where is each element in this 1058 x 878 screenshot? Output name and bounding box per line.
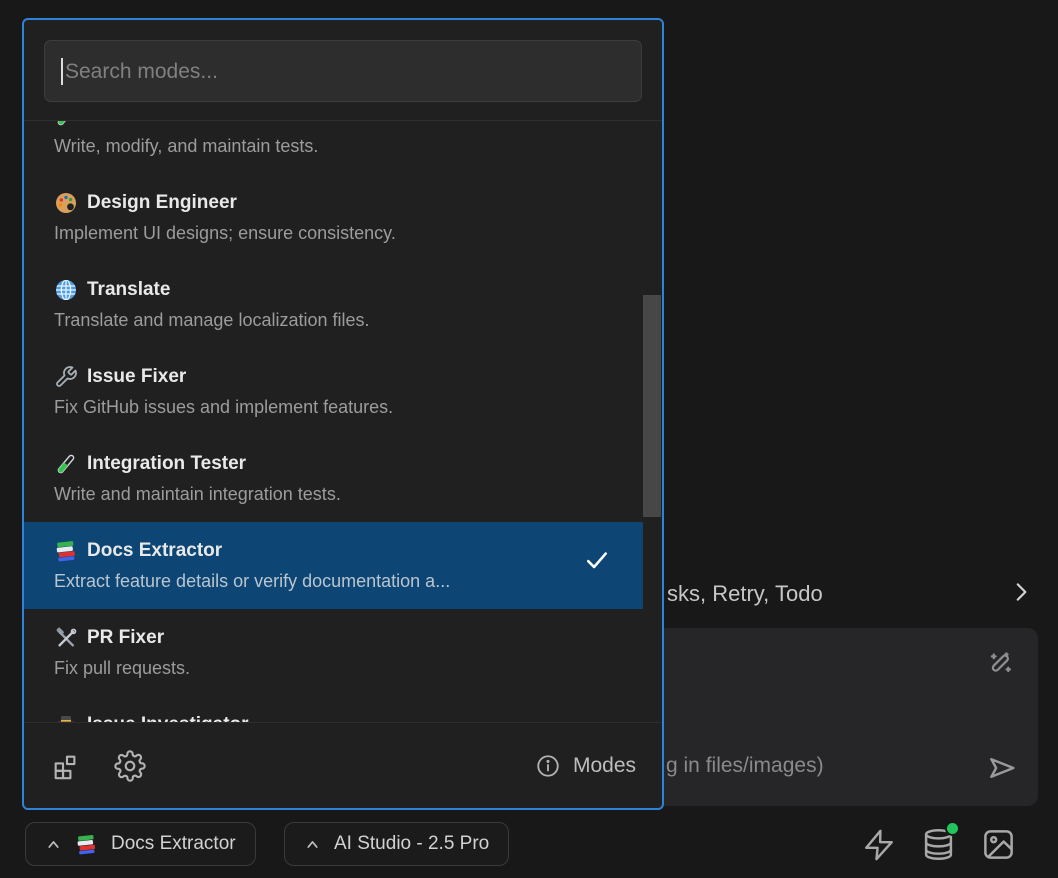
mode-item-docs-extractor[interactable]: Docs Extractor Extract feature details o…: [24, 522, 643, 609]
mode-description: Implement UI designs; ensure consistency…: [54, 218, 631, 248]
mode-description: Extract feature details or verify docume…: [54, 566, 631, 596]
mode-item-partial-top[interactable]: Write, modify, and maintain tests.: [24, 120, 643, 174]
chevron-up-icon: [45, 836, 62, 853]
chevron-right-icon[interactable]: [1008, 579, 1034, 610]
mode-search-box[interactable]: [44, 40, 642, 102]
enhance-prompt-wand-icon[interactable]: [986, 648, 1016, 683]
mode-description: Fix pull requests.: [54, 653, 631, 683]
scrollbar-thumb[interactable]: [643, 295, 661, 517]
mode-item-design-engineer[interactable]: Design Engineer Implement UI designs; en…: [24, 174, 643, 261]
chat-input-panel[interactable]: g in files/images): [640, 628, 1038, 806]
send-icon[interactable]: [986, 752, 1018, 789]
model-selector-button[interactable]: AI Studio - 2.5 Pro: [284, 822, 509, 866]
test-tube-icon: [54, 452, 78, 476]
wrench-icon: [54, 365, 78, 389]
mode-name: Design Engineer: [87, 192, 237, 214]
test-tube-icon: [54, 120, 78, 128]
auto-approve-lightning-icon[interactable]: [862, 827, 896, 863]
status-green-dot: [945, 821, 960, 836]
mode-item-issue-fixer[interactable]: Issue Fixer Fix GitHub issues and implem…: [24, 348, 643, 435]
mode-selector-button[interactable]: Docs Extractor: [25, 822, 256, 866]
statusbar-icons: [862, 826, 1016, 863]
popup-footer: Modes: [24, 722, 662, 808]
mode-name: Issue Fixer: [87, 366, 186, 388]
mode-item-pr-fixer[interactable]: PR Fixer Fix pull requests.: [24, 609, 643, 696]
globe-icon: [54, 278, 78, 302]
model-selector-label: AI Studio - 2.5 Pro: [334, 833, 489, 855]
books-icon: [75, 833, 98, 856]
hammer-wrench-icon: [54, 626, 78, 650]
mode-list[interactable]: Write, modify, and maintain tests. Desig…: [24, 120, 662, 723]
mode-search-input[interactable]: [63, 41, 627, 103]
image-icon[interactable]: [981, 827, 1016, 862]
mode-selector-label: Docs Extractor: [111, 833, 236, 855]
palette-icon: [54, 191, 78, 215]
mode-description: Write, modify, and maintain tests.: [54, 131, 631, 161]
chevron-up-icon: [304, 836, 321, 853]
chat-input-placeholder[interactable]: g in files/images): [666, 754, 824, 778]
gear-icon[interactable]: [114, 750, 146, 782]
mode-picker-popup: Write, modify, and maintain tests. Desig…: [22, 18, 664, 810]
selected-check-icon: [583, 546, 611, 579]
modes-footer-label: Modes: [573, 754, 636, 778]
mode-description: Translate and manage localization files.: [54, 305, 631, 335]
mode-name: PR Fixer: [87, 627, 164, 649]
mode-item-issue-investigator[interactable]: Issue Investigator: [24, 696, 643, 723]
mode-name: Translate: [87, 279, 170, 301]
mode-name: Integration Tester: [87, 453, 246, 475]
info-icon[interactable]: [535, 753, 561, 779]
app-window: sks, Retry, Todo g in files/images): [0, 0, 1058, 878]
mode-item-integration-tester[interactable]: Integration Tester Write and maintain in…: [24, 435, 643, 522]
history-banner-text: sks, Retry, Todo: [667, 581, 823, 607]
mode-name: Docs Extractor: [87, 540, 222, 562]
mode-item-translate[interactable]: Translate Translate and manage localizat…: [24, 261, 643, 348]
context-database-icon[interactable]: [921, 826, 956, 863]
mode-description: Fix GitHub issues and implement features…: [54, 392, 631, 422]
marketplace-icon[interactable]: [50, 749, 84, 783]
books-icon: [54, 539, 78, 563]
mode-description: Write and maintain integration tests.: [54, 479, 631, 509]
